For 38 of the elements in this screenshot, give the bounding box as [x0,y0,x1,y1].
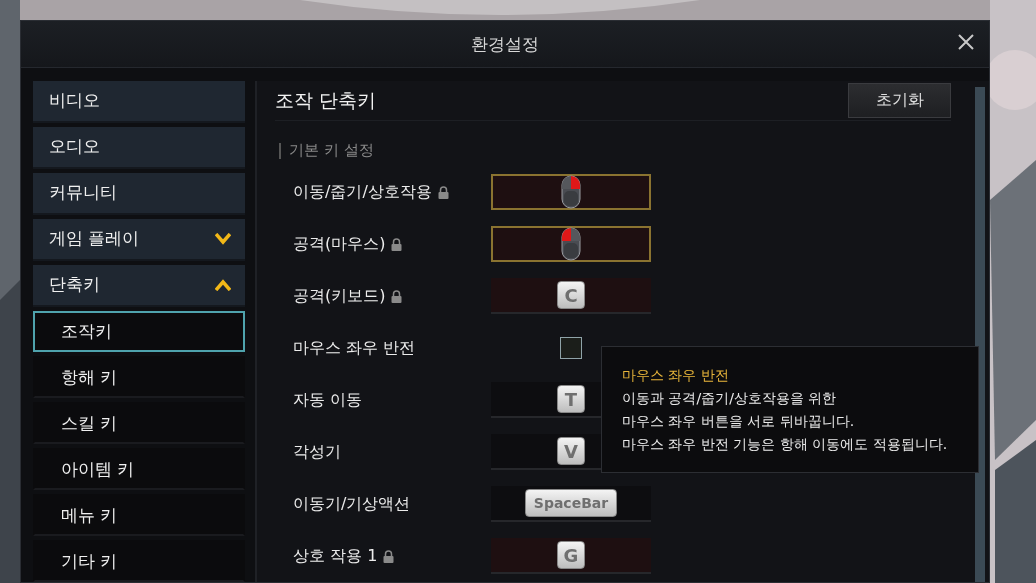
sidebar-category[interactable]: 단축키 [33,264,245,307]
keycap: SpaceBar [524,489,618,517]
sidebar-category[interactable]: 비디오 [33,81,245,123]
keycap: C [557,281,585,309]
reset-button[interactable]: 초기화 [848,83,951,118]
sidebar-category[interactable]: 오디오 [33,126,245,169]
mouse-icon [561,175,581,209]
setting-label: 마우스 좌우 반전 [293,337,416,359]
keycap: T [557,385,585,413]
window-title: 환경설정 [471,32,539,56]
key-slot[interactable] [491,174,651,210]
sidebar-item[interactable]: 기타 키 [33,540,245,582]
setting-label: 상호 작용 1 [293,545,378,567]
setting-label: 자동 이동 [293,389,363,411]
chevron-up-icon [215,278,231,291]
setting-label: 각성기 [293,441,341,463]
chevron-down-icon [215,232,231,245]
close-icon[interactable] [957,33,975,51]
sidebar-item[interactable]: 조작키 [33,310,245,353]
setting-label: 이동기/기상액션 [293,493,411,515]
setting-label: 공격(키보드) [293,285,386,307]
keycap: G [556,541,586,569]
key-slot[interactable] [491,226,651,262]
setting-label: 공격(마우스) [293,233,386,255]
sidebar-item[interactable]: 메뉴 키 [33,494,245,537]
sidebar-category[interactable]: 게임 플레이 [33,218,245,261]
sidebar-item[interactable]: 아이템 키 [33,448,245,491]
checkbox[interactable] [560,337,582,359]
keycap: V [557,437,585,465]
sidebar-item[interactable]: 스킬 키 [33,402,245,445]
section-heading: 기본 키 설정 [289,141,374,160]
sidebar-category[interactable]: 커뮤니티 [33,172,245,215]
setting-label: 이동/줍기/상호작용 [293,181,432,203]
sidebar-item[interactable]: 항해 키 [33,356,245,399]
mouse-icon [561,227,581,261]
scrollbar[interactable] [975,87,985,582]
tooltip-title: 마우스 좌우 반전 [622,366,730,385]
panel-title: 조작 단축키 [275,87,377,113]
